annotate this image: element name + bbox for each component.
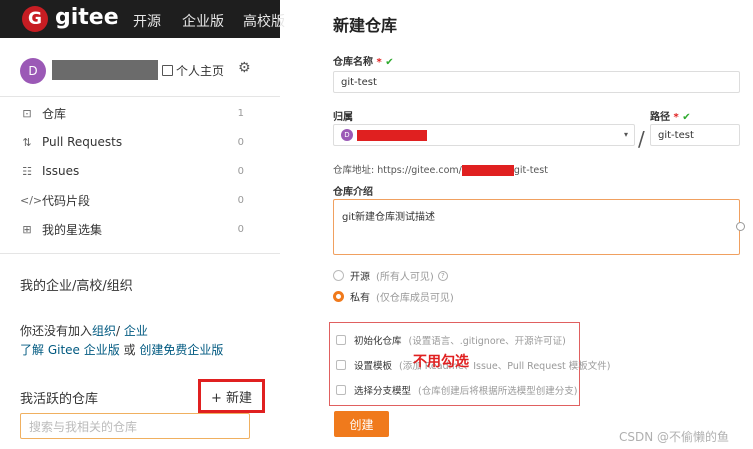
create-button[interactable]: 创建 <box>334 411 389 437</box>
check-icon: ✔ <box>385 57 394 68</box>
divider <box>0 96 280 97</box>
sidebar-item-label: 我的星选集 <box>42 222 103 237</box>
code-snippet-icon: </> <box>20 193 43 207</box>
branch-model-option[interactable]: 选择分支模型 (仓库创建后将根据所选模型创建分支) <box>336 383 577 397</box>
desc-label: 仓库介绍 <box>333 187 373 198</box>
radio-hint: (所有人可见) <box>376 272 434 283</box>
repo-address: 仓库地址: https://gitee.com/git-test <box>333 162 548 176</box>
sidebar-item-pull-requests[interactable]: ⇅ Pull Requests 0 <box>20 131 248 153</box>
checkbox[interactable] <box>336 360 346 370</box>
required-mark: * <box>673 112 679 123</box>
option-hint: (仓库创建后将根据所选模型创建分支) <box>418 386 578 397</box>
path-input[interactable]: git-test <box>650 124 740 146</box>
radio-icon[interactable] <box>333 270 344 281</box>
org-join-text: 你还没有加入组织/ 企业 <box>20 322 148 339</box>
path-label: 路径 * ✔ <box>650 108 691 123</box>
issues-icon: ☷ <box>22 164 32 178</box>
sidebar-item-label: Pull Requests <box>42 135 123 149</box>
org-link[interactable]: 组织 <box>92 324 116 338</box>
checkbox[interactable] <box>336 335 346 345</box>
repo-name-label: 仓库名称 * ✔ <box>333 53 394 68</box>
address-suffix: git-test <box>513 165 548 176</box>
active-repos-title: 我活跃的仓库 <box>20 392 99 407</box>
option-hint: (设置语言、.gitignore、开源许可证) <box>408 336 566 347</box>
radio-checked-icon[interactable] <box>333 291 344 302</box>
gitee-dashboard-sidebar: G gitee 开源 企业版 高校版 D 个人主页 ⚙ ⊡ 仓库 1 ⇅ Pul… <box>0 0 285 449</box>
check-icon: ✔ <box>682 112 691 123</box>
star-collection-icon: ⊞ <box>22 222 32 236</box>
label-text: 路径 <box>650 112 670 123</box>
required-mark: * <box>376 57 382 68</box>
option-label: 设置模板 <box>354 361 393 372</box>
item-count: 0 <box>237 223 244 235</box>
sidebar-item-star-collections[interactable]: ⊞ 我的星选集 0 <box>20 218 248 240</box>
radio-label: 私有 <box>350 293 370 304</box>
sidebar-item-label: Issues <box>42 164 80 178</box>
radio-hint: (仅仓库成员可见) <box>376 293 454 304</box>
watermark: CSDN @不偷懒的鱼 <box>619 430 730 444</box>
option-label: 选择分支模型 <box>354 386 412 397</box>
redacted-owner <box>357 129 427 141</box>
visibility-private[interactable]: 私有 (仅仓库成员可见) <box>333 289 454 304</box>
new-repo-form: 新建仓库 仓库名称 * ✔ git-test 归属 D ▾ / 路径 * ✔ g… <box>325 0 753 449</box>
page-title: 新建仓库 <box>333 16 398 35</box>
owner-select[interactable]: D ▾ <box>333 124 635 146</box>
repo-search-input[interactable]: 搜索与我相关的仓库 <box>20 413 250 439</box>
item-count: 0 <box>237 194 244 206</box>
brand-name[interactable]: gitee <box>55 5 119 30</box>
enterprise-link[interactable]: 企业 <box>124 324 148 338</box>
sidebar-item-code-snippets[interactable]: </> 代码片段 0 <box>20 189 248 211</box>
init-repo-option[interactable]: 初始化仓库 (设置语言、.gitignore、开源许可证) <box>336 333 566 347</box>
id-card-icon <box>162 65 173 76</box>
redacted-username <box>52 60 158 80</box>
avatar: D <box>341 129 353 141</box>
checkbox[interactable] <box>336 385 346 395</box>
homepage-label: 个人主页 <box>176 64 225 78</box>
top-navbar: G gitee 开源 企业版 高校版 <box>0 0 285 38</box>
nav-open-source[interactable]: 开源 <box>133 11 161 31</box>
visibility-public[interactable]: 开源 (所有人可见) ? <box>333 268 448 283</box>
nav-education[interactable]: 高校版 <box>243 11 285 31</box>
sidebar-item-label: 代码片段 <box>42 193 91 208</box>
user-profile: D 个人主页 ⚙ <box>20 58 270 84</box>
org-sep: / <box>116 324 124 338</box>
learn-enterprise-link[interactable]: 了解 Gitee 企业版 <box>20 343 120 357</box>
org-section-title: 我的企业/高校/组织 <box>20 279 133 294</box>
avatar[interactable]: D <box>20 58 46 84</box>
option-label: 初始化仓库 <box>354 336 402 347</box>
repo-name-input[interactable]: git-test <box>333 71 740 93</box>
sidebar-item-issues[interactable]: ☷ Issues 0 <box>20 160 248 182</box>
help-icon[interactable]: ? <box>437 270 448 281</box>
radio-label: 开源 <box>350 272 370 283</box>
gear-icon[interactable]: ⚙ <box>238 60 251 76</box>
redacted-address <box>461 165 514 176</box>
resize-handle-icon[interactable] <box>736 222 745 231</box>
pull-request-icon: ⇅ <box>22 135 32 149</box>
gitee-logo-icon[interactable]: G <box>22 6 48 32</box>
sidebar-item-repos[interactable]: ⊡ 仓库 1 <box>20 102 248 124</box>
item-count: 0 <box>237 165 244 177</box>
annotation-no-check: 不用勾选 <box>413 354 469 370</box>
path-separator: / <box>638 127 645 151</box>
desc-textarea[interactable]: git新建仓库测试描述 <box>333 199 740 255</box>
chevron-down-icon: ▾ <box>623 130 628 139</box>
label-text: 仓库名称 <box>333 57 373 68</box>
template-option[interactable]: 设置模板 (添加 Readme、Issue、Pull Request 模板文件) <box>336 358 610 372</box>
nav-enterprise[interactable]: 企业版 <box>182 11 224 31</box>
owner-label: 归属 <box>333 112 353 123</box>
item-count: 0 <box>237 136 244 148</box>
sidebar-item-label: 仓库 <box>42 106 67 121</box>
new-repo-button[interactable]: + 新建 <box>198 379 265 413</box>
enterprise-info-text: 了解 Gitee 企业版 或 创建免费企业版 <box>20 341 223 358</box>
or-text: 或 <box>119 343 140 357</box>
repo-icon: ⊡ <box>22 106 32 120</box>
create-enterprise-link[interactable]: 创建免费企业版 <box>139 343 223 357</box>
item-count: 1 <box>237 107 244 119</box>
address-prefix: 仓库地址: https://gitee.com/ <box>333 165 462 176</box>
divider <box>0 253 280 254</box>
homepage-link[interactable]: 个人主页 <box>162 62 224 79</box>
org-join-prefix: 你还没有加入 <box>20 324 93 338</box>
